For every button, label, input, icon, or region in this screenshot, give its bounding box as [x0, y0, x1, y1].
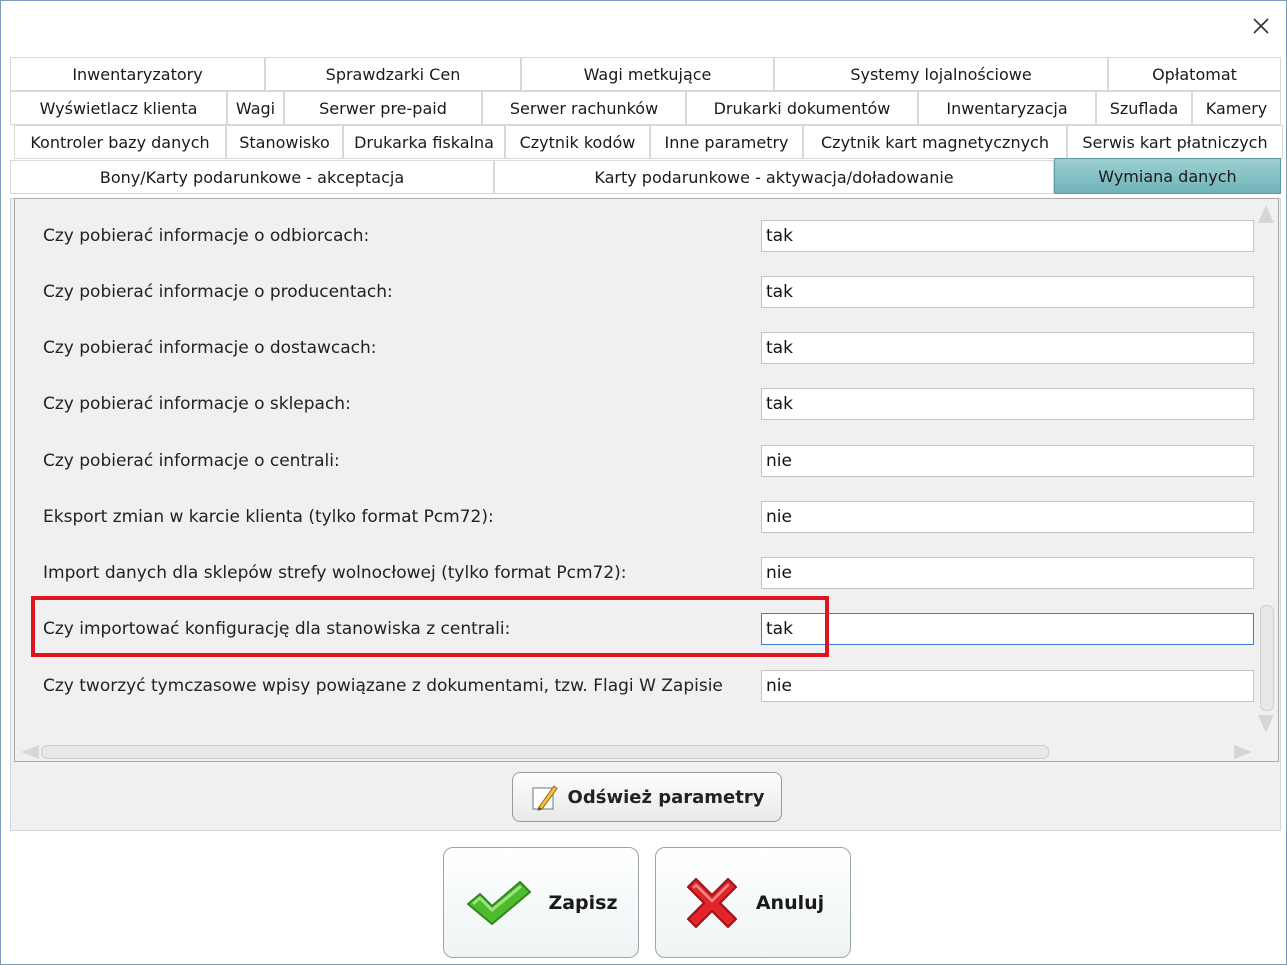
tab-karty-aktywacja[interactable]: Karty podarunkowe - aktywacja/doładowani…: [494, 160, 1054, 194]
parameters-grid: Czy pobierać informacje o odbiorcach: ta…: [14, 198, 1279, 762]
tab-kamery[interactable]: Kamery: [1192, 91, 1281, 125]
tab-row-2: Wyświetlacz klienta Wagi Serwer pre-paid…: [10, 91, 1281, 125]
scroll-right-arrow-icon[interactable]: [1234, 745, 1252, 759]
tab-sprawdzarki-cen[interactable]: Sprawdzarki Cen: [265, 57, 521, 91]
param-value-field[interactable]: tak: [761, 332, 1254, 364]
tab-czytnik-kart-magnetycznych[interactable]: Czytnik kart magnetycznych: [803, 125, 1067, 159]
tab-row-1: Inwentaryzatory Sprawdzarki Cen Wagi met…: [10, 57, 1281, 91]
horizontal-scroll-thumb[interactable]: [41, 745, 1049, 759]
param-label: Czy importować konfigurację dla stanowis…: [43, 619, 511, 639]
tab-wagi-metkujace[interactable]: Wagi metkujące: [521, 57, 774, 91]
tab-wagi[interactable]: Wagi: [227, 91, 284, 125]
tab-inwentaryzatory[interactable]: Inwentaryzatory: [10, 57, 265, 91]
pencil-icon: [531, 785, 558, 811]
tab-drukarka-fiskalna[interactable]: Drukarka fiskalna: [343, 125, 505, 159]
param-row: Czy pobierać informacje o sklepach: tak: [15, 384, 1255, 424]
vertical-scroll-thumb[interactable]: [1260, 605, 1274, 711]
param-value-field[interactable]: tak: [761, 388, 1254, 420]
param-row: Czy pobierać informacje o odbiorcach: ta…: [15, 216, 1255, 256]
param-label: Import danych dla sklepów strefy wolnocł…: [43, 563, 627, 583]
param-value-field[interactable]: nie: [761, 445, 1254, 477]
param-label: Czy pobierać informacje o centrali:: [43, 451, 340, 471]
tab-serwer-rachunkow[interactable]: Serwer rachunków: [482, 91, 686, 125]
param-row: Czy pobierać informacje o dostawcach: ta…: [15, 328, 1255, 368]
param-value-field[interactable]: nie: [761, 670, 1254, 702]
scroll-down-arrow-icon[interactable]: [1258, 715, 1274, 733]
param-label: Czy pobierać informacje o dostawcach:: [43, 338, 377, 358]
vertical-scrollbar[interactable]: [1254, 199, 1278, 741]
x-cross-icon: [686, 877, 737, 928]
tab-stanowisko[interactable]: Stanowisko: [226, 125, 343, 159]
save-button[interactable]: Zapisz: [443, 847, 639, 958]
save-button-label: Zapisz: [548, 891, 618, 914]
param-row-highlighted: Czy importować konfigurację dla stanowis…: [15, 609, 1255, 649]
tab-kontroler-bazy-danych[interactable]: Kontroler bazy danych: [14, 125, 226, 159]
param-label: Czy pobierać informacje o producentach:: [43, 282, 393, 302]
tab-inwentaryzacja[interactable]: Inwentaryzacja: [918, 91, 1096, 125]
param-row: Czy pobierać informacje o producentach: …: [15, 272, 1255, 312]
tab-serwer-pre-paid[interactable]: Serwer pre-paid: [284, 91, 482, 125]
param-row: Eksport zmian w karcie klienta (tylko fo…: [15, 497, 1255, 537]
param-row: Import danych dla sklepów strefy wolnocł…: [15, 553, 1255, 593]
tab-row-4: Bony/Karty podarunkowe - akceptacja Kart…: [10, 158, 1281, 194]
tab-szuflada[interactable]: Szuflada: [1096, 91, 1192, 125]
param-row: Czy pobierać informacje o centrali: nie: [15, 441, 1255, 481]
tab-row-3: Kontroler bazy danych Stanowisko Drukark…: [14, 125, 1283, 159]
param-value-field[interactable]: nie: [761, 501, 1254, 533]
param-value-field[interactable]: tak: [761, 276, 1254, 308]
checkmark-icon: [467, 880, 532, 925]
refresh-parameters-button[interactable]: Odśwież parametry: [512, 772, 782, 822]
param-value-field[interactable]: tak: [761, 613, 1254, 645]
param-label: Czy pobierać informacje o sklepach:: [43, 394, 351, 414]
cancel-button-label: Anuluj: [755, 891, 825, 914]
close-icon: [1253, 18, 1269, 34]
tab-systemy-lojalnosciowe[interactable]: Systemy lojalnościowe: [774, 57, 1108, 91]
tab-bony-karty-akceptacja[interactable]: Bony/Karty podarunkowe - akceptacja: [10, 160, 494, 194]
scroll-left-arrow-icon[interactable]: [21, 745, 39, 759]
param-label: Eksport zmian w karcie klienta (tylko fo…: [43, 507, 494, 527]
param-label: Czy tworzyć tymczasowe wpisy powiązane z…: [43, 676, 723, 696]
tab-inne-parametry[interactable]: Inne parametry: [650, 125, 803, 159]
refresh-button-label: Odśwież parametry: [567, 786, 765, 808]
scroll-up-arrow-icon[interactable]: [1258, 205, 1274, 223]
tab-czytnik-kodow[interactable]: Czytnik kodów: [505, 125, 650, 159]
param-value-field[interactable]: nie: [761, 557, 1254, 589]
tab-oplatomat[interactable]: Opłatomat: [1108, 57, 1281, 91]
horizontal-scrollbar[interactable]: [15, 741, 1278, 761]
tab-serwis-kart-platniczych[interactable]: Serwis kart płatniczych: [1067, 125, 1283, 159]
tab-wymiana-danych[interactable]: Wymiana danych: [1054, 158, 1281, 194]
tab-drukarki-dokumentow[interactable]: Drukarki dokumentów: [686, 91, 918, 125]
close-button[interactable]: [1249, 14, 1273, 38]
param-row: Czy tworzyć tymczasowe wpisy powiązane z…: [15, 666, 1255, 706]
param-value-field[interactable]: tak: [761, 220, 1254, 252]
tab-wyswietlacz-klienta[interactable]: Wyświetlacz klienta: [10, 91, 227, 125]
cancel-button[interactable]: Anuluj: [655, 847, 851, 958]
param-label: Czy pobierać informacje o odbiorcach:: [43, 226, 370, 246]
